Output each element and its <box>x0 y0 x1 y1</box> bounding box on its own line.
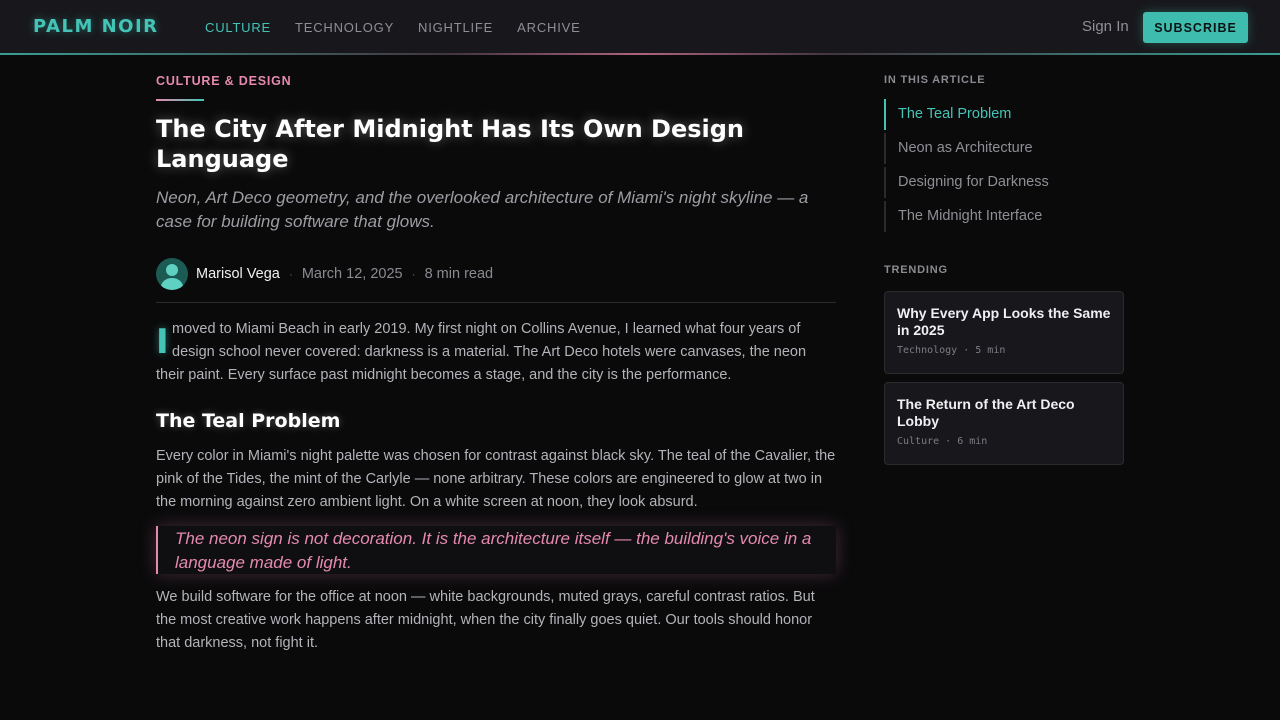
author-avatar[interactable] <box>156 258 188 290</box>
table-of-contents: The Teal Problem Neon as Architecture De… <box>884 99 1124 235</box>
separator-dot: · <box>288 267 293 281</box>
toc-heading: IN THIS ARTICLE <box>884 74 986 86</box>
article-title: The City After Midnight Has Its Own Desi… <box>156 115 745 173</box>
divider <box>156 302 836 303</box>
author-name[interactable]: Marisol Vega <box>196 266 280 282</box>
nav-nightlife[interactable]: NIGHTLIFE <box>418 20 493 35</box>
site-logo[interactable]: PALM NOIR <box>33 16 159 37</box>
main-nav: CULTURE TECHNOLOGY NIGHTLIFE ARCHIVE <box>205 20 581 35</box>
intro-paragraph: moved to Miami Beach in early 2019. My f… <box>156 318 836 387</box>
toc-item-teal-problem[interactable]: The Teal Problem <box>884 99 1124 130</box>
trending-card-meta: Technology · 5 min <box>897 345 1006 356</box>
body-paragraph: We build software for the office at noon… <box>156 589 815 651</box>
toc-item-midnight-interface[interactable]: The Midnight Interface <box>884 201 1124 232</box>
trending-heading: TRENDING <box>884 264 948 276</box>
nav-technology[interactable]: TECHNOLOGY <box>295 20 394 35</box>
trending-card[interactable]: The Return of the Art Deco Lobby Culture… <box>884 382 1124 465</box>
category-underline <box>156 99 204 101</box>
section-heading: The Teal Problem <box>156 410 341 432</box>
sign-in-link[interactable]: Sign In <box>1082 18 1129 35</box>
article-category[interactable]: CULTURE & DESIGN <box>156 74 292 88</box>
toc-item-designing-darkness[interactable]: Designing for Darkness <box>884 167 1124 198</box>
nav-archive[interactable]: ARCHIVE <box>517 20 580 35</box>
trending-card-title[interactable]: Why Every App Looks the Same in 2025 <box>897 305 1111 339</box>
trending-card-title[interactable]: The Return of the Art Deco Lobby <box>897 396 1111 430</box>
paragraph-line: moved to Miami Beach in early 2019. My f… <box>172 321 801 337</box>
byline: Marisol Vega · March 12, 2025 · 8 min re… <box>156 258 493 290</box>
top-navigation-bar: PALM NOIR CULTURE TECHNOLOGY NIGHTLIFE A… <box>0 0 1280 55</box>
trending-card[interactable]: Why Every App Looks the Same in 2025 Tec… <box>884 291 1124 374</box>
read-time: 8 min read <box>424 266 494 282</box>
toc-item-neon-architecture[interactable]: Neon as Architecture <box>884 133 1124 164</box>
pull-quote: The neon sign is not decoration. It is t… <box>156 526 836 574</box>
body-paragraph: Every color in Miami's night palette was… <box>156 448 836 510</box>
publish-date: March 12, 2025 <box>301 266 403 282</box>
paragraph-line: their paint. Every surface past midnight… <box>156 367 732 383</box>
paragraph-line: design school never covered: darkness is… <box>172 344 807 360</box>
trending-card-meta: Culture · 6 min <box>897 436 988 447</box>
nav-culture[interactable]: CULTURE <box>205 20 271 35</box>
separator-dot: · <box>411 267 416 281</box>
article-subtitle: Neon, Art Deco geometry, and the overloo… <box>156 188 809 231</box>
subscribe-button[interactable]: SUBSCRIBE <box>1143 12 1248 43</box>
